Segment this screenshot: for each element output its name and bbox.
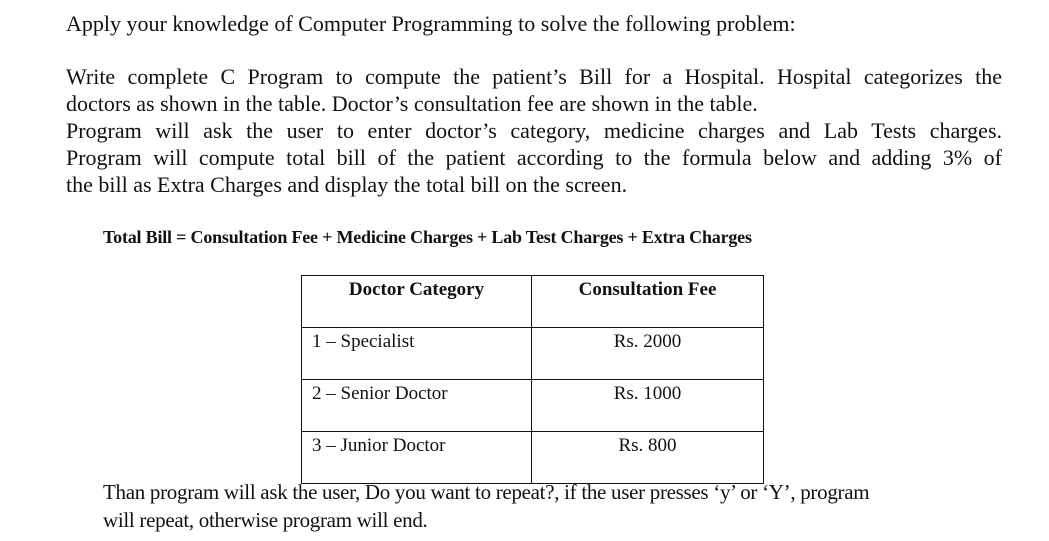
problem-line: Write complete C Program to compute the … — [66, 64, 1002, 89]
problem-line: the bill as Extra Charges and display th… — [66, 172, 628, 197]
problem-line: Program will compute total bill of the p… — [66, 145, 1002, 170]
consultation-fee-table: Doctor Category Consultation Fee 1 – Spe… — [301, 275, 764, 484]
closing-line: Than program will ask the user, Do you w… — [103, 480, 870, 504]
doctor-category-cell: 2 – Senior Doctor — [301, 379, 532, 432]
header-consultation-fee: Consultation Fee — [531, 275, 764, 328]
table-row: 1 – Specialist Rs. 2000 — [301, 327, 764, 380]
table-header-row: Doctor Category Consultation Fee — [301, 275, 764, 328]
consultation-fee-cell: Rs. 2000 — [531, 327, 764, 380]
intro-heading: Apply your knowledge of Computer Program… — [66, 11, 796, 36]
table-row: 3 – Junior Doctor Rs. 800 — [301, 431, 764, 484]
table-row: 2 – Senior Doctor Rs. 1000 — [301, 379, 764, 432]
problem-line: Program will ask the user to enter docto… — [66, 118, 1002, 143]
problem-line: doctors as shown in the table. Doctor’s … — [66, 91, 758, 116]
consultation-fee-cell: Rs. 1000 — [531, 379, 764, 432]
consultation-fee-cell: Rs. 800 — [531, 431, 764, 484]
header-doctor-category: Doctor Category — [301, 275, 532, 328]
closing-line: will repeat, otherwise program will end. — [103, 508, 428, 532]
problem-statement: Write complete C Program to compute the … — [66, 63, 1002, 198]
doctor-category-cell: 1 – Specialist — [301, 327, 532, 380]
doctor-category-cell: 3 – Junior Doctor — [301, 431, 532, 484]
closing-instructions: Than program will ask the user, Do you w… — [103, 478, 999, 534]
total-bill-formula: Total Bill = Consultation Fee + Medicine… — [103, 227, 752, 247]
